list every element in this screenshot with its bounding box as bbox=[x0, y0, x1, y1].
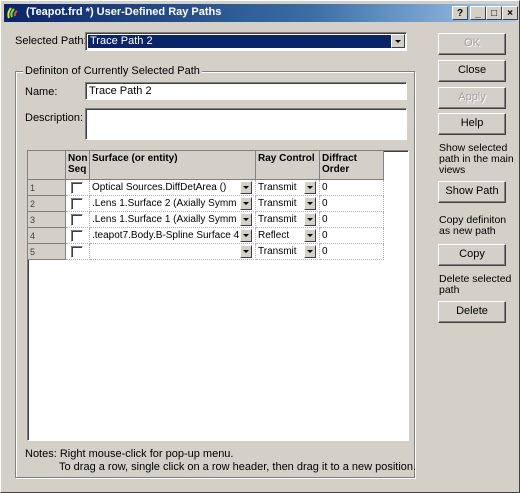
ray-control-text: Transmit bbox=[258, 246, 297, 257]
maximize-button[interactable]: □ bbox=[486, 6, 502, 20]
surface-text: .teapot7.Body.B-Spline Surface 4 bbox=[92, 230, 240, 241]
chevron-down-icon[interactable] bbox=[240, 245, 252, 258]
help-title-button[interactable]: ? bbox=[452, 6, 468, 20]
row-header[interactable]: 2 bbox=[28, 196, 66, 212]
selected-path-select[interactable]: Trace Path 2 bbox=[85, 32, 407, 51]
ray-control-text: Transmit bbox=[258, 198, 297, 209]
nonseq-cell bbox=[66, 212, 90, 228]
selected-path-value: Trace Path 2 bbox=[88, 35, 392, 48]
group-title: Definiton of Currently Selected Path bbox=[23, 65, 202, 77]
nonseq-header[interactable]: Non Seq bbox=[66, 151, 90, 180]
notes-line-2: To drag a row, single click on a row hea… bbox=[59, 461, 417, 473]
nonseq-cell bbox=[66, 180, 90, 196]
chevron-down-icon[interactable] bbox=[240, 229, 252, 242]
ray-control-text: Transmit bbox=[258, 214, 297, 225]
surface-cell[interactable]: .Lens 1.Surface 1 (Axially Symm bbox=[90, 212, 256, 228]
nonseq-cell bbox=[66, 228, 90, 244]
surface-cell[interactable]: Optical Sources.DiffDetArea () bbox=[90, 180, 256, 196]
ray-control-cell[interactable]: Transmit bbox=[256, 180, 320, 196]
name-label: Name: bbox=[25, 86, 58, 98]
ray-control-text: Reflect bbox=[258, 230, 290, 241]
surface-cell[interactable]: .Lens 1.Surface 2 (Axially Symm bbox=[90, 196, 256, 212]
row-header[interactable]: 3 bbox=[28, 212, 66, 228]
minimize-button[interactable]: _ bbox=[470, 6, 486, 20]
ray-control-text: Transmit bbox=[258, 182, 297, 193]
apply-button[interactable]: Apply bbox=[438, 87, 506, 109]
surface-cell[interactable]: .teapot7.Body.B-Spline Surface 4 bbox=[90, 228, 256, 244]
help-button[interactable]: Help bbox=[438, 113, 506, 135]
row-header[interactable]: 5 bbox=[28, 244, 66, 260]
description-field[interactable] bbox=[85, 108, 407, 140]
diffract-order-cell[interactable]: 0 bbox=[320, 244, 384, 260]
surface-text: Optical Sources.DiffDetArea () bbox=[92, 182, 227, 193]
chevron-down-icon[interactable] bbox=[304, 197, 316, 210]
surface-text: .Lens 1.Surface 2 (Axially Symm bbox=[92, 198, 237, 209]
chevron-down-icon[interactable] bbox=[304, 229, 316, 242]
path-grid[interactable]: Non Seq Surface (or entity) Ray Control … bbox=[27, 150, 409, 441]
nonseq-cell bbox=[66, 244, 90, 260]
nonseq-checkbox[interactable] bbox=[71, 182, 83, 194]
ray-control-cell[interactable]: Transmit bbox=[256, 244, 320, 260]
nonseq-checkbox[interactable] bbox=[71, 198, 83, 210]
surface-cell[interactable] bbox=[90, 244, 256, 260]
close-title-button[interactable]: × bbox=[502, 6, 518, 20]
nonseq-checkbox[interactable] bbox=[71, 246, 83, 258]
title-bar[interactable]: (Teapot.frd *) User-Defined Ray Paths ? … bbox=[4, 4, 518, 22]
surface-text: .Lens 1.Surface 1 (Axially Symm bbox=[92, 214, 237, 225]
surface-header[interactable]: Surface (or entity) bbox=[90, 151, 256, 180]
nonseq-checkbox[interactable] bbox=[71, 230, 83, 242]
diffract-order-cell[interactable]: 0 bbox=[320, 212, 384, 228]
chevron-down-icon[interactable] bbox=[304, 213, 316, 226]
ok-button[interactable]: OK bbox=[438, 33, 506, 55]
dialog-window: (Teapot.frd *) User-Defined Ray Paths ? … bbox=[0, 0, 520, 493]
name-field[interactable]: Trace Path 2 bbox=[85, 82, 407, 100]
chevron-down-icon[interactable] bbox=[391, 34, 405, 48]
show-path-caption: Show selected path in the main views bbox=[439, 142, 514, 176]
chevron-down-icon[interactable] bbox=[240, 213, 252, 226]
row-header[interactable]: 1 bbox=[28, 180, 66, 196]
window-title: (Teapot.frd *) User-Defined Ray Paths bbox=[26, 6, 222, 18]
close-button[interactable]: Close bbox=[438, 60, 506, 82]
copy-button[interactable]: Copy bbox=[438, 244, 506, 266]
notes-line-1: Notes: Right mouse-click for pop-up menu… bbox=[25, 448, 234, 460]
chevron-down-icon[interactable] bbox=[240, 181, 252, 194]
chevron-down-icon[interactable] bbox=[304, 245, 316, 258]
ray-control-cell[interactable]: Transmit bbox=[256, 212, 320, 228]
diffract-order-header[interactable]: Diffract Order bbox=[320, 151, 384, 180]
ray-control-header[interactable]: Ray Control bbox=[256, 151, 320, 180]
chevron-down-icon[interactable] bbox=[240, 197, 252, 210]
show-path-button[interactable]: Show Path bbox=[438, 181, 506, 203]
grid-corner-header bbox=[28, 151, 66, 180]
delete-caption: Delete selected path bbox=[439, 273, 512, 296]
app-icon bbox=[7, 7, 18, 19]
diffract-order-cell[interactable]: 0 bbox=[320, 228, 384, 244]
ray-control-cell[interactable]: Transmit bbox=[256, 196, 320, 212]
description-label: Description: bbox=[25, 112, 84, 124]
nonseq-checkbox[interactable] bbox=[71, 214, 83, 226]
chevron-down-icon[interactable] bbox=[304, 181, 316, 194]
row-header[interactable]: 4 bbox=[28, 228, 66, 244]
copy-caption: Copy definiton as new path bbox=[439, 214, 507, 237]
diffract-order-cell[interactable]: 0 bbox=[320, 180, 384, 196]
selected-path-label: Selected Path: bbox=[15, 35, 87, 47]
ray-control-cell[interactable]: Reflect bbox=[256, 228, 320, 244]
nonseq-cell bbox=[66, 196, 90, 212]
diffract-order-cell[interactable]: 0 bbox=[320, 196, 384, 212]
delete-button[interactable]: Delete bbox=[438, 301, 506, 323]
